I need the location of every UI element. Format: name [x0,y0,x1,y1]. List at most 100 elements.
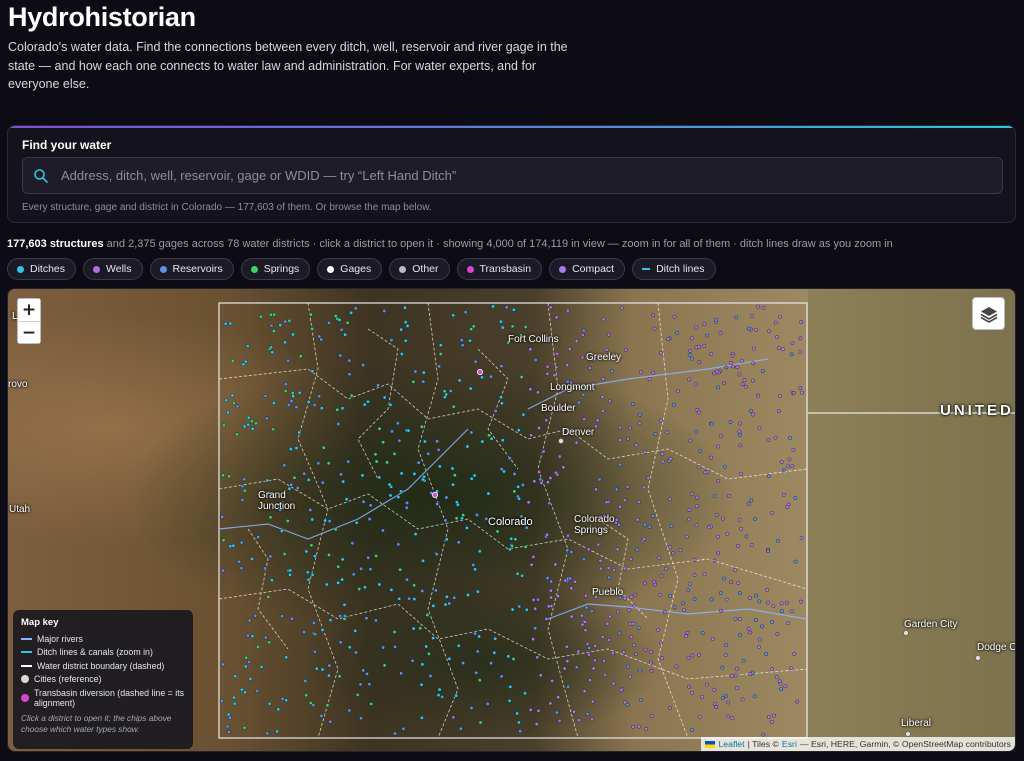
structure-point [298,354,303,359]
structure-point [337,317,342,322]
structure-point [506,654,511,659]
structure-point [477,678,482,682]
structure-point [596,542,601,547]
structure-point [728,420,733,425]
structure-point [353,628,358,633]
structure-point [268,554,273,559]
legend-swatch [21,675,29,684]
structure-point [280,614,284,619]
structure-point [244,655,249,660]
structure-point [220,568,225,573]
structure-point [424,644,429,649]
structure-point [698,449,703,453]
esri-link[interactable]: Esri [782,739,797,749]
chip-transbasin[interactable]: Transbasin [456,258,543,280]
structure-point [320,628,325,632]
chip-gages[interactable]: Gages [317,258,383,280]
zoom-out-button[interactable]: − [18,321,40,343]
structure-point [643,647,648,652]
structure-point [730,353,735,358]
structure-point [396,495,401,500]
structure-point [694,345,699,350]
structure-point [629,594,634,599]
structure-point [456,540,461,545]
structure-point [228,715,232,720]
chip-compact[interactable]: Compact [549,258,626,280]
structure-point [734,315,739,320]
structure-point [585,712,590,716]
layers-button[interactable] [972,297,1005,330]
structure-point [557,718,562,723]
chip-label: Springs [263,263,300,275]
structure-point [403,338,408,343]
structure-point [712,558,717,563]
structure-point [381,440,385,445]
structure-point [598,566,603,571]
structure-point [619,688,624,692]
structure-point [336,422,341,426]
search-box[interactable] [22,157,1003,194]
structure-point [739,358,744,363]
legend-label: Water district boundary (dashed) [37,660,165,671]
structure-point [602,659,607,663]
structure-point [233,674,238,679]
chip-label: Transbasin [479,263,532,275]
structure-point [528,707,533,712]
search-input[interactable] [61,158,991,193]
structure-point [221,538,226,543]
structure-point [477,549,482,554]
filter-chips: Ditches Wells Reservoirs Springs Gages O… [7,258,716,280]
zoom-in-button[interactable]: + [18,299,40,321]
structure-point [614,487,619,492]
chip-label: Wells [106,263,132,275]
structure-point [437,687,442,692]
structure-point [702,322,707,327]
structure-point [629,635,634,639]
structure-point [326,673,331,678]
structure-point [753,618,758,622]
structure-point [668,593,673,598]
map-view[interactable]: Fort Collins Greeley Longmont Boulder De… [7,288,1016,752]
structure-point [399,327,404,332]
structure-point [311,621,316,625]
structure-point [662,610,667,614]
structure-point [265,478,270,483]
structure-point [335,407,340,412]
chip-springs[interactable]: Springs [240,258,311,280]
structure-point [269,578,274,583]
structure-point [223,321,228,326]
structure-point [631,621,636,626]
structure-point [225,724,230,729]
structure-point [656,628,660,632]
structure-point [741,658,746,663]
structure-point [341,479,345,484]
structure-point [399,671,403,676]
structure-point [420,662,425,667]
structure-point [239,687,244,692]
chip-reservoirs[interactable]: Reservoirs [149,258,234,280]
structure-point [382,663,387,668]
structure-point [313,632,318,637]
map-label-liberal: Liberal [901,718,932,729]
structure-point [638,412,642,417]
chip-ditch-lines[interactable]: Ditch lines [632,258,716,280]
structure-point [687,684,691,689]
structure-point [709,422,714,426]
structure-point [628,674,632,679]
structure-point [508,684,513,689]
structure-point [367,682,372,687]
structure-point [685,630,690,635]
structure-point [357,587,362,591]
structure-point [249,419,254,424]
chip-wells[interactable]: Wells [83,258,143,280]
structure-point [736,543,741,548]
structure-point [288,568,293,573]
structure-point [349,393,354,398]
reservoirs-dot-icon [159,265,167,273]
structure-point [693,382,698,387]
chip-ditches[interactable]: Ditches [7,258,77,280]
structure-point [628,621,633,626]
chip-other[interactable]: Other [389,258,450,280]
leaflet-link[interactable]: Leaflet [718,739,744,749]
structure-point [681,601,685,606]
